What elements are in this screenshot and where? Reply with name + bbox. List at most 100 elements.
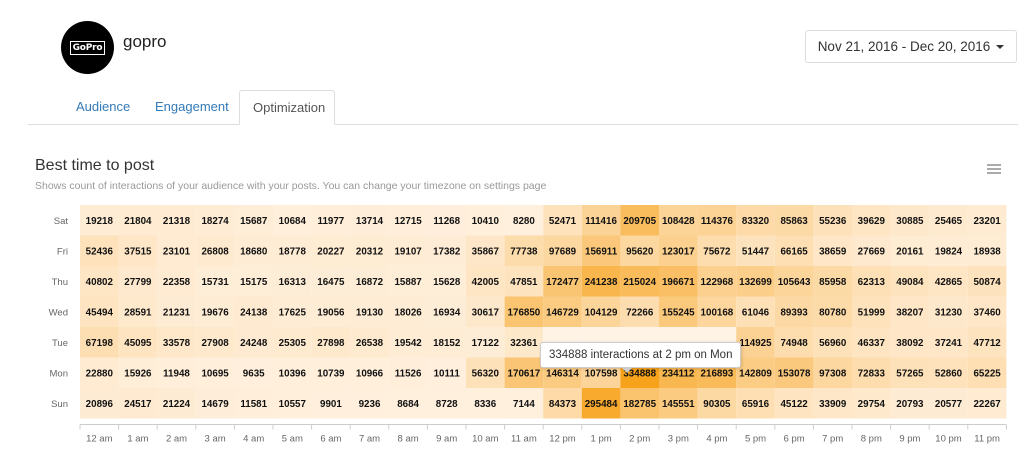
- cell-value: 11526: [395, 368, 422, 379]
- cell-value: 16872: [356, 277, 384, 288]
- date-range-dropdown[interactable]: Nov 21, 2016 - Dec 20, 2016: [805, 30, 1017, 63]
- cell-value: 21804: [124, 216, 152, 227]
- hour-label: 8 am: [398, 434, 419, 445]
- cell-value: 18778: [279, 246, 307, 257]
- cell-value: 176850: [508, 307, 541, 318]
- cell-value: 84373: [549, 399, 577, 410]
- cell-value: 90305: [703, 399, 731, 410]
- tab-audience[interactable]: Audience: [76, 90, 130, 124]
- hour-label: 9 am: [436, 434, 457, 445]
- cell-value: 38207: [896, 307, 924, 318]
- cell-value: 7144: [513, 399, 535, 410]
- cell-value: 17122: [472, 338, 500, 349]
- cell-value: 172477: [546, 277, 579, 288]
- cell-value: 89393: [780, 307, 808, 318]
- cell-value: 56320: [472, 368, 500, 379]
- cell-value: 22267: [973, 399, 1001, 410]
- cell-value: 156911: [585, 246, 618, 257]
- cell-value: 15687: [240, 216, 268, 227]
- cell-value: 97308: [819, 368, 847, 379]
- cell-value: 8684: [397, 399, 419, 410]
- cell-value: 155245: [662, 307, 695, 318]
- cell-value: 105643: [778, 277, 811, 288]
- cell-value: 65916: [742, 399, 770, 410]
- cell-value: 11268: [433, 216, 460, 227]
- tab-optimization[interactable]: Optimization: [239, 90, 335, 125]
- hour-label: 7 am: [359, 434, 380, 445]
- cell-value: 30617: [472, 307, 500, 318]
- cell-value: 26808: [201, 246, 229, 257]
- cell-value: 15731: [201, 277, 229, 288]
- cell-value: 123017: [662, 246, 695, 257]
- cell-value: 114376: [701, 216, 734, 227]
- hour-label: 5 am: [282, 434, 303, 445]
- cell-value: 19824: [935, 246, 963, 257]
- cell-value: 19218: [86, 216, 114, 227]
- cell-value: 9236: [359, 399, 381, 410]
- cell-value: 62313: [858, 277, 886, 288]
- day-label: Wed: [49, 307, 68, 318]
- cell-value: 45494: [86, 307, 114, 318]
- cell-value: 11948: [163, 368, 190, 379]
- cell-value: 52471: [549, 216, 577, 227]
- hour-label: 11 am: [511, 434, 537, 445]
- day-label: Thu: [52, 277, 68, 288]
- tab-engagement[interactable]: Engagement: [155, 90, 229, 124]
- cell-value: 52860: [935, 368, 963, 379]
- cell-value: 33578: [163, 338, 191, 349]
- cell-value: 209705: [623, 216, 656, 227]
- cell-value: 38092: [896, 338, 924, 349]
- cell-value: 33909: [819, 399, 847, 410]
- cell-value: 20577: [935, 399, 963, 410]
- cell-value: 72833: [858, 368, 886, 379]
- hamburger-menu-icon[interactable]: [987, 164, 1001, 175]
- cell-value: 18680: [240, 246, 268, 257]
- cell-value: 19107: [394, 246, 422, 257]
- cell-value: 42865: [935, 277, 963, 288]
- cell-value: 170617: [508, 368, 541, 379]
- cell-value: 17382: [433, 246, 461, 257]
- cell-value: 51447: [742, 246, 770, 257]
- cell-value: 196671: [662, 277, 695, 288]
- cell-value: 142809: [739, 368, 772, 379]
- cell-value: 153078: [778, 368, 811, 379]
- cell-value: 18026: [394, 307, 422, 318]
- cell-value: 26538: [356, 338, 384, 349]
- cell-value: 23101: [163, 246, 191, 257]
- cell-value: 20161: [896, 246, 924, 257]
- hour-label: 3 am: [205, 434, 226, 445]
- hour-label: 12 pm: [549, 434, 575, 445]
- hour-label: 12 am: [86, 434, 112, 445]
- cell-value: 234112: [662, 368, 695, 379]
- cell-value: 16313: [279, 277, 307, 288]
- cell-value: 20312: [356, 246, 384, 257]
- cell-value: 108428: [662, 216, 695, 227]
- cell-value: 22358: [163, 277, 191, 288]
- cell-value: 10966: [356, 368, 384, 379]
- cell-value: 39629: [858, 216, 886, 227]
- cell-value: 31230: [935, 307, 963, 318]
- cell-value: 11581: [240, 399, 267, 410]
- cell-value: 18152: [433, 338, 461, 349]
- hour-label: 8 pm: [861, 434, 882, 445]
- cell-value: 27898: [317, 338, 345, 349]
- chart-tooltip: 334888 interactions at 2 pm on Mon: [540, 342, 742, 373]
- cell-value: 29754: [858, 399, 886, 410]
- cell-value: 19056: [317, 307, 345, 318]
- cell-value: 295484: [585, 399, 618, 410]
- day-label: Mon: [50, 368, 68, 379]
- cell-value: 104129: [585, 307, 618, 318]
- cell-value: 19676: [201, 307, 229, 318]
- cell-value: 47712: [973, 338, 1001, 349]
- cell-value: 13714: [356, 216, 384, 227]
- hour-label: 5 pm: [745, 434, 766, 445]
- hour-label: 10 pm: [935, 434, 961, 445]
- cell-value: 52436: [86, 246, 114, 257]
- cell-value: 16934: [433, 307, 461, 318]
- cell-value: 15628: [433, 277, 461, 288]
- cell-value: 97689: [549, 246, 577, 257]
- hour-label: 3 pm: [668, 434, 689, 445]
- cell-value: 85863: [780, 216, 808, 227]
- cell-value: 10684: [279, 216, 307, 227]
- cell-value: 57265: [896, 368, 924, 379]
